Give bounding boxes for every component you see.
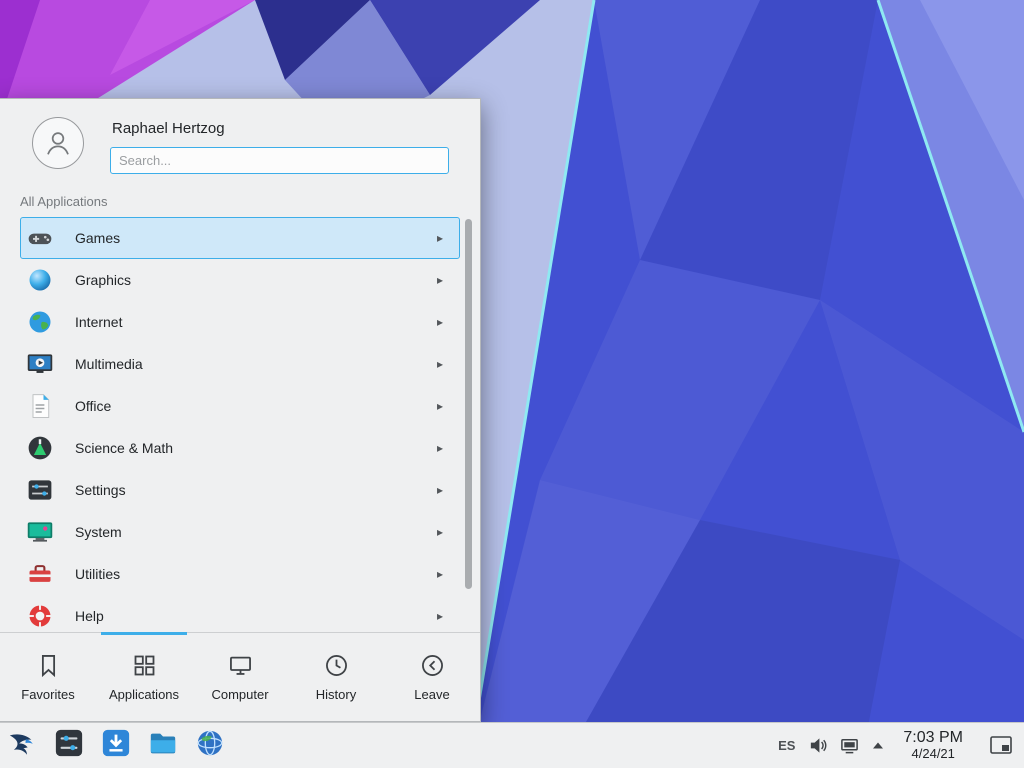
taskbar-left bbox=[6, 730, 226, 762]
submenu-arrow-icon: ▸ bbox=[437, 483, 443, 497]
system-tray: ES 7:03 PM 4/24/21 bbox=[778, 729, 1016, 761]
category-label: Settings bbox=[75, 482, 437, 498]
scrollbar[interactable] bbox=[465, 219, 472, 630]
expand-tray-icon[interactable] bbox=[872, 741, 884, 750]
leave-icon bbox=[419, 652, 446, 679]
category-label: Office bbox=[75, 398, 437, 414]
tab-favorites[interactable]: Favorites bbox=[0, 633, 96, 721]
submenu-arrow-icon: ▸ bbox=[437, 357, 443, 371]
submenu-arrow-icon: ▸ bbox=[437, 567, 443, 581]
submenu-arrow-icon: ▸ bbox=[437, 525, 443, 539]
sliders-icon bbox=[26, 476, 54, 504]
tab-history[interactable]: History bbox=[288, 633, 384, 721]
category-science-math[interactable]: Science & Math ▸ bbox=[20, 427, 460, 469]
lifebuoy-icon bbox=[26, 602, 54, 630]
launcher-tabbar: Favorites Applications Computer History bbox=[0, 632, 480, 721]
section-label: All Applications bbox=[0, 190, 480, 217]
submenu-arrow-icon: ▸ bbox=[437, 231, 443, 245]
category-multimedia[interactable]: Multimedia ▸ bbox=[20, 343, 460, 385]
category-graphics[interactable]: Graphics ▸ bbox=[20, 259, 460, 301]
show-desktop-button[interactable] bbox=[982, 736, 1016, 754]
app-launcher-button[interactable] bbox=[6, 730, 38, 762]
keyboard-layout-indicator[interactable]: ES bbox=[778, 738, 795, 753]
application-launcher-menu: Raphael Hertzog All Applications Games ▸… bbox=[0, 98, 481, 722]
category-label: Science & Math bbox=[75, 440, 437, 456]
category-label: Help bbox=[75, 608, 437, 624]
submenu-arrow-icon: ▸ bbox=[437, 441, 443, 455]
category-utilities[interactable]: Utilities ▸ bbox=[20, 553, 460, 595]
grid-icon bbox=[131, 652, 158, 679]
tab-computer[interactable]: Computer bbox=[192, 633, 288, 721]
bookmark-icon bbox=[35, 652, 62, 679]
tab-applications[interactable]: Applications bbox=[96, 633, 192, 721]
system-monitor-icon bbox=[26, 518, 54, 546]
category-label: Internet bbox=[75, 314, 437, 330]
category-label: Graphics bbox=[75, 272, 437, 288]
launcher-header: Raphael Hertzog bbox=[0, 99, 480, 190]
category-label: Games bbox=[75, 230, 437, 246]
category-system[interactable]: System ▸ bbox=[20, 511, 460, 553]
volume-icon[interactable] bbox=[808, 736, 827, 755]
monitor-play-icon bbox=[26, 350, 54, 378]
task-file-manager-button[interactable] bbox=[147, 730, 179, 762]
user-name: Raphael Hertzog bbox=[112, 120, 449, 137]
search-input[interactable] bbox=[110, 147, 449, 174]
tab-leave[interactable]: Leave bbox=[384, 633, 480, 721]
scrollbar-thumb[interactable] bbox=[465, 219, 472, 589]
globe-icon bbox=[26, 308, 54, 336]
toolbox-icon bbox=[26, 560, 54, 588]
tab-label: Computer bbox=[211, 687, 268, 702]
web-globe-icon bbox=[195, 728, 225, 763]
category-internet[interactable]: Internet ▸ bbox=[20, 301, 460, 343]
sphere-icon bbox=[26, 266, 54, 294]
submenu-arrow-icon: ▸ bbox=[437, 273, 443, 287]
tab-label: Applications bbox=[109, 687, 179, 702]
tab-label: Leave bbox=[414, 687, 449, 702]
category-label: Utilities bbox=[75, 566, 437, 582]
submenu-arrow-icon: ▸ bbox=[437, 399, 443, 413]
avatar[interactable] bbox=[32, 117, 84, 169]
digital-clock[interactable]: 7:03 PM 4/24/21 bbox=[897, 729, 969, 761]
tab-label: Favorites bbox=[21, 687, 74, 702]
computer-icon bbox=[227, 652, 254, 679]
document-icon bbox=[26, 392, 54, 420]
category-help[interactable]: Help ▸ bbox=[20, 595, 460, 632]
clock-date: 4/24/21 bbox=[903, 747, 963, 762]
task-tweaks-button[interactable] bbox=[53, 730, 85, 762]
clock-time: 7:03 PM bbox=[903, 729, 963, 747]
kali-dragon-icon bbox=[7, 728, 37, 763]
category-list: Games ▸ Graphics ▸ Internet ▸ bbox=[0, 217, 480, 632]
flask-icon bbox=[26, 434, 54, 462]
task-software-button[interactable] bbox=[100, 730, 132, 762]
submenu-arrow-icon: ▸ bbox=[437, 315, 443, 329]
submenu-arrow-icon: ▸ bbox=[437, 609, 443, 623]
tweaks-sliders-icon bbox=[54, 728, 84, 763]
category-settings[interactable]: Settings ▸ bbox=[20, 469, 460, 511]
launcher-header-right: Raphael Hertzog bbox=[110, 117, 449, 174]
tab-label: History bbox=[316, 687, 356, 702]
category-office[interactable]: Office ▸ bbox=[20, 385, 460, 427]
category-label: System bbox=[75, 524, 437, 540]
taskbar: ES 7:03 PM 4/24/21 bbox=[0, 722, 1024, 768]
task-browser-button[interactable] bbox=[194, 730, 226, 762]
clock-icon bbox=[323, 652, 350, 679]
category-label: Multimedia bbox=[75, 356, 437, 372]
software-download-icon bbox=[101, 728, 131, 763]
network-icon[interactable] bbox=[840, 736, 859, 755]
folder-icon bbox=[148, 728, 178, 763]
gamepad-icon bbox=[26, 224, 54, 252]
desktop: Raphael Hertzog All Applications Games ▸… bbox=[0, 0, 1024, 768]
category-games[interactable]: Games ▸ bbox=[20, 217, 460, 259]
